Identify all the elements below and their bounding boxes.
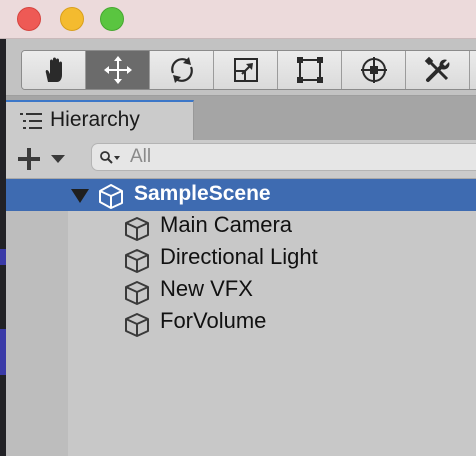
scale-icon (233, 58, 258, 82)
rect-transform-icon (296, 57, 323, 83)
plus-icon (18, 148, 40, 170)
hand-icon (45, 57, 62, 82)
object-name: New VFX (160, 276, 253, 301)
rect-tool-button[interactable] (278, 51, 342, 89)
hand-tool-button[interactable] (22, 51, 86, 89)
create-dropdown-button[interactable] (16, 146, 74, 172)
hierarchy-tree: SampleScene Main Camera Directional Ligh… (6, 179, 476, 456)
gameobject-cube-icon (125, 217, 149, 241)
chevron-down-icon (51, 155, 65, 163)
search-field[interactable] (91, 143, 476, 171)
object-name: Main Camera (160, 212, 293, 237)
move-arrows-icon (103, 56, 132, 84)
window-titlebar (0, 0, 476, 39)
tree-gutter (6, 211, 68, 456)
transform-icon (360, 57, 387, 83)
scene-name: SampleScene (134, 182, 271, 205)
panel-tabbar: Hierarchy (6, 96, 476, 140)
transform-tool-button[interactable] (342, 51, 406, 89)
tab-label: Hierarchy (50, 108, 140, 131)
search-icon (100, 151, 120, 164)
transform-tools-group (21, 50, 476, 90)
scene-row[interactable]: SampleScene (6, 179, 476, 211)
tab-hierarchy[interactable]: Hierarchy (6, 100, 194, 140)
zoom-window-button[interactable] (100, 7, 124, 31)
unity-scene-icon (99, 184, 123, 209)
object-name: Directional Light (160, 244, 318, 269)
custom-tool-button[interactable] (406, 51, 470, 89)
rotate-icon (170, 57, 193, 83)
minimize-window-button[interactable] (60, 7, 84, 31)
list-icon (20, 113, 42, 129)
move-tool-button[interactable] (86, 51, 150, 89)
list-item[interactable]: Main Camera (124, 211, 474, 243)
list-item[interactable]: New VFX (124, 275, 474, 307)
list-item[interactable]: ForVolume (124, 307, 474, 339)
expand-arrow-icon[interactable] (70, 188, 90, 204)
list-item[interactable]: Directional Light (124, 243, 474, 275)
rotate-tool-button[interactable] (150, 51, 214, 89)
gameobject-cube-icon (125, 281, 149, 305)
gameobject-cube-icon (125, 313, 149, 337)
scale-tool-button[interactable] (214, 51, 278, 89)
gameobject-cube-icon (125, 249, 149, 273)
search-input[interactable] (130, 146, 330, 168)
object-name: ForVolume (160, 308, 267, 333)
hierarchy-toolbar (6, 140, 476, 179)
close-window-button[interactable] (17, 7, 41, 31)
toolbar (6, 39, 476, 96)
tools-icon (424, 56, 449, 82)
